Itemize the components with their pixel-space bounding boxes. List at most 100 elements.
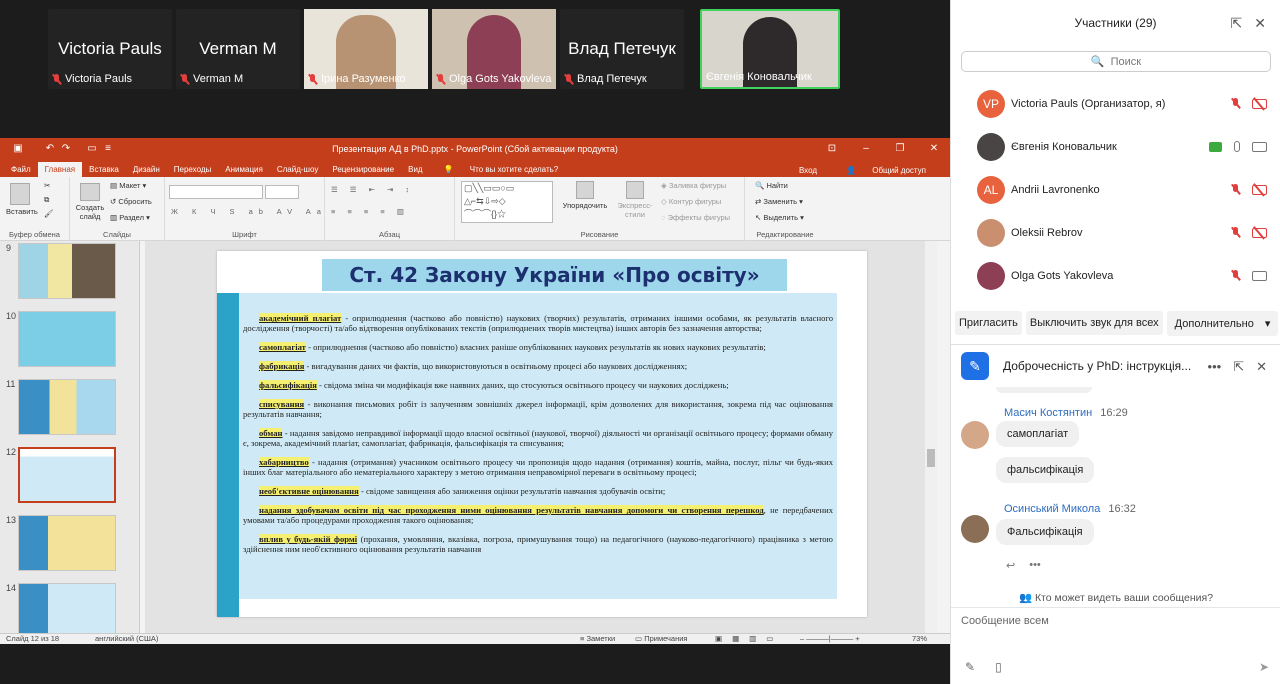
mic-off-icon[interactable] (1231, 270, 1240, 281)
section-button[interactable]: ▥ Раздел ▾ (110, 213, 150, 222)
mic-on-icon[interactable] (1234, 141, 1240, 152)
list-buttons[interactable]: ☰ ☰ ⇤ ⇥ ↕ (331, 185, 414, 194)
slide-scrollbar[interactable] (925, 241, 937, 633)
video-tile[interactable]: Влад Петечук Влад Петечук (560, 9, 684, 89)
zoom-slider[interactable]: – ———|——— + (800, 634, 860, 643)
scroll-thumb[interactable] (927, 449, 935, 467)
shape-effects-button[interactable]: ◌ Эффекты фигуры (661, 213, 730, 222)
tell-me-search[interactable]: 💡 Что вы хотите сделать? (430, 162, 573, 177)
format-icon[interactable]: ✎ (965, 660, 975, 674)
slide[interactable]: Ст. 42 Закону України «Про освіту» акаде… (217, 251, 867, 617)
more-button[interactable]: Дополнительно ▾ (1166, 310, 1279, 336)
find-button[interactable]: 🔍 Найти (755, 181, 788, 190)
slide-text-box[interactable]: академічний плагіат - оприлюднення (част… (239, 293, 837, 599)
video-tile[interactable]: Victoria Pauls Victoria Pauls (48, 9, 172, 89)
tab-file[interactable]: Файл (4, 162, 38, 177)
reset-button[interactable]: ↺ Сбросить (110, 197, 152, 206)
tab-animations[interactable]: Анимация (218, 162, 270, 177)
paste-button[interactable]: Вставить (6, 183, 38, 216)
sender-name: Масич Костянтин (1004, 407, 1093, 419)
participant-row[interactable]: Євгенія Коновальчик (951, 125, 1280, 168)
copy-icon[interactable]: ⧉ (44, 195, 49, 205)
more-icon[interactable]: ••• (1029, 559, 1041, 572)
participants-search[interactable]: 🔍 Поиск (961, 51, 1271, 72)
tab-slideshow[interactable]: Слайд-шоу (270, 162, 325, 177)
close-icon[interactable]: ✕ (1256, 359, 1267, 375)
quick-styles-icon (626, 181, 644, 199)
file-icon[interactable]: ▯ (995, 660, 1002, 674)
video-tile-active-speaker[interactable]: Євгенія Коновальчик (700, 9, 840, 89)
camera-on-icon[interactable] (1252, 270, 1267, 281)
video-tile[interactable]: Ірина Разуменко (304, 9, 428, 89)
font-size-select[interactable] (265, 185, 299, 199)
lightbulb-icon: 💡 (443, 165, 454, 174)
format-painter-icon[interactable]: 🖌 (44, 209, 54, 218)
participant-row[interactable]: Oleksii Rebrov (951, 211, 1280, 254)
zoom-level[interactable]: 73% (912, 634, 927, 643)
video-tile[interactable]: Olga Gots Yakovleva (432, 9, 556, 89)
mic-off-icon[interactable] (1231, 184, 1240, 195)
participant-row[interactable]: VP Victoria Pauls (Организатор, я) (951, 82, 1280, 125)
send-icon[interactable]: ➤ (1259, 660, 1269, 674)
message-bubble[interactable]: Фальсифікація (996, 519, 1094, 545)
align-buttons[interactable]: ≡ ≡ ≡ ≡ ▥ (331, 207, 409, 216)
camera-on-icon[interactable] (1252, 141, 1267, 152)
tab-home[interactable]: Главная (37, 162, 83, 177)
ribbon-options-icon[interactable]: ⊡ (824, 143, 840, 154)
paste-label: Вставить (6, 207, 38, 216)
sign-in-link[interactable]: Вход (792, 163, 824, 178)
mic-off-icon[interactable] (1231, 98, 1240, 109)
mute-all-button[interactable]: Выключить звук для всех (1025, 311, 1163, 335)
cut-icon[interactable]: ✂ (44, 181, 50, 190)
camera-off-icon[interactable] (1252, 184, 1267, 195)
select-button[interactable]: ↖ Выделить ▾ (755, 213, 804, 222)
search-placeholder: Поиск (1110, 55, 1142, 68)
close-icon[interactable]: ✕ (926, 143, 942, 154)
avatar (977, 218, 1005, 247)
comments-button[interactable]: ▭ Примечания (635, 634, 688, 643)
shape-fill-button[interactable]: ◈ Заливка фигуры (661, 181, 726, 190)
font-format-buttons[interactable]: Ж К Ч S ab AV Aa (171, 207, 327, 216)
participant-row[interactable]: AL Andrii Lavronenko (951, 168, 1280, 211)
layout-button[interactable]: ▤ Макет ▾ (110, 181, 146, 190)
slide-canvas[interactable]: Ст. 42 Закону України «Про освіту» акаде… (145, 241, 937, 633)
section-icon: ▥ (110, 213, 118, 222)
tab-design[interactable]: Дизайн (126, 162, 167, 177)
quick-styles-button[interactable]: Экспресс-стили (613, 181, 657, 219)
camera-off-icon[interactable] (1252, 98, 1267, 109)
close-icon[interactable]: ✕ (1254, 15, 1266, 32)
message-bubble[interactable]: самоплагіат (996, 421, 1080, 447)
thumb-number: 10 (6, 311, 17, 321)
restore-icon[interactable]: ❐ (892, 143, 908, 154)
reply-icon[interactable]: ↩ (1006, 559, 1015, 572)
view-buttons[interactable]: ▣▦▥▭ (715, 634, 783, 643)
popout-icon[interactable]: ⇱ (1233, 359, 1244, 375)
notes-button[interactable]: ≡ Заметки (580, 634, 615, 643)
slide-title[interactable]: Ст. 42 Закону України «Про освіту» (322, 259, 787, 291)
message-bubble[interactable]: фальсифікація (996, 457, 1095, 483)
tab-insert[interactable]: Вставка (82, 162, 126, 177)
chat-input[interactable]: Сообщение всем (961, 615, 1049, 627)
who-can-see-link[interactable]: 👥 Кто может видеть ваши сообщения? (951, 591, 1280, 604)
more-options-icon[interactable]: ••• (1208, 359, 1222, 375)
font-name-select[interactable] (169, 185, 263, 199)
thumb-preview (18, 379, 116, 435)
tab-transitions[interactable]: Переходы (167, 162, 219, 177)
shapes-gallery[interactable]: ▢╲╲▭▭○▭ △⌐⇆⇩⇨◇ ⌒⌒⌒{}☆ (461, 181, 553, 223)
share-button[interactable]: 👤 Общий доступ (832, 163, 940, 178)
participant-row[interactable]: Olga Gots Yakovleva (951, 254, 1280, 297)
video-tile[interactable]: Verman M Verman M (176, 9, 300, 89)
language-status[interactable]: английский (США) (95, 634, 158, 643)
tab-view[interactable]: Вид (401, 162, 429, 177)
new-slide-button[interactable]: Создать слайд (74, 183, 106, 221)
tab-review[interactable]: Рецензирование (325, 162, 401, 177)
invite-button[interactable]: Пригласить (955, 311, 1022, 335)
camera-off-icon[interactable] (1252, 227, 1267, 238)
replace-icon: ⇄ (755, 197, 762, 206)
shape-outline-button[interactable]: ◇ Контур фигуры (661, 197, 721, 206)
minimize-icon[interactable]: – (858, 143, 874, 154)
replace-button[interactable]: ⇄ Заменить ▾ (755, 197, 803, 206)
popout-icon[interactable]: ⇱ (1231, 15, 1243, 32)
arrange-button[interactable]: Упорядочить (559, 181, 611, 210)
mic-off-icon[interactable] (1231, 227, 1240, 238)
